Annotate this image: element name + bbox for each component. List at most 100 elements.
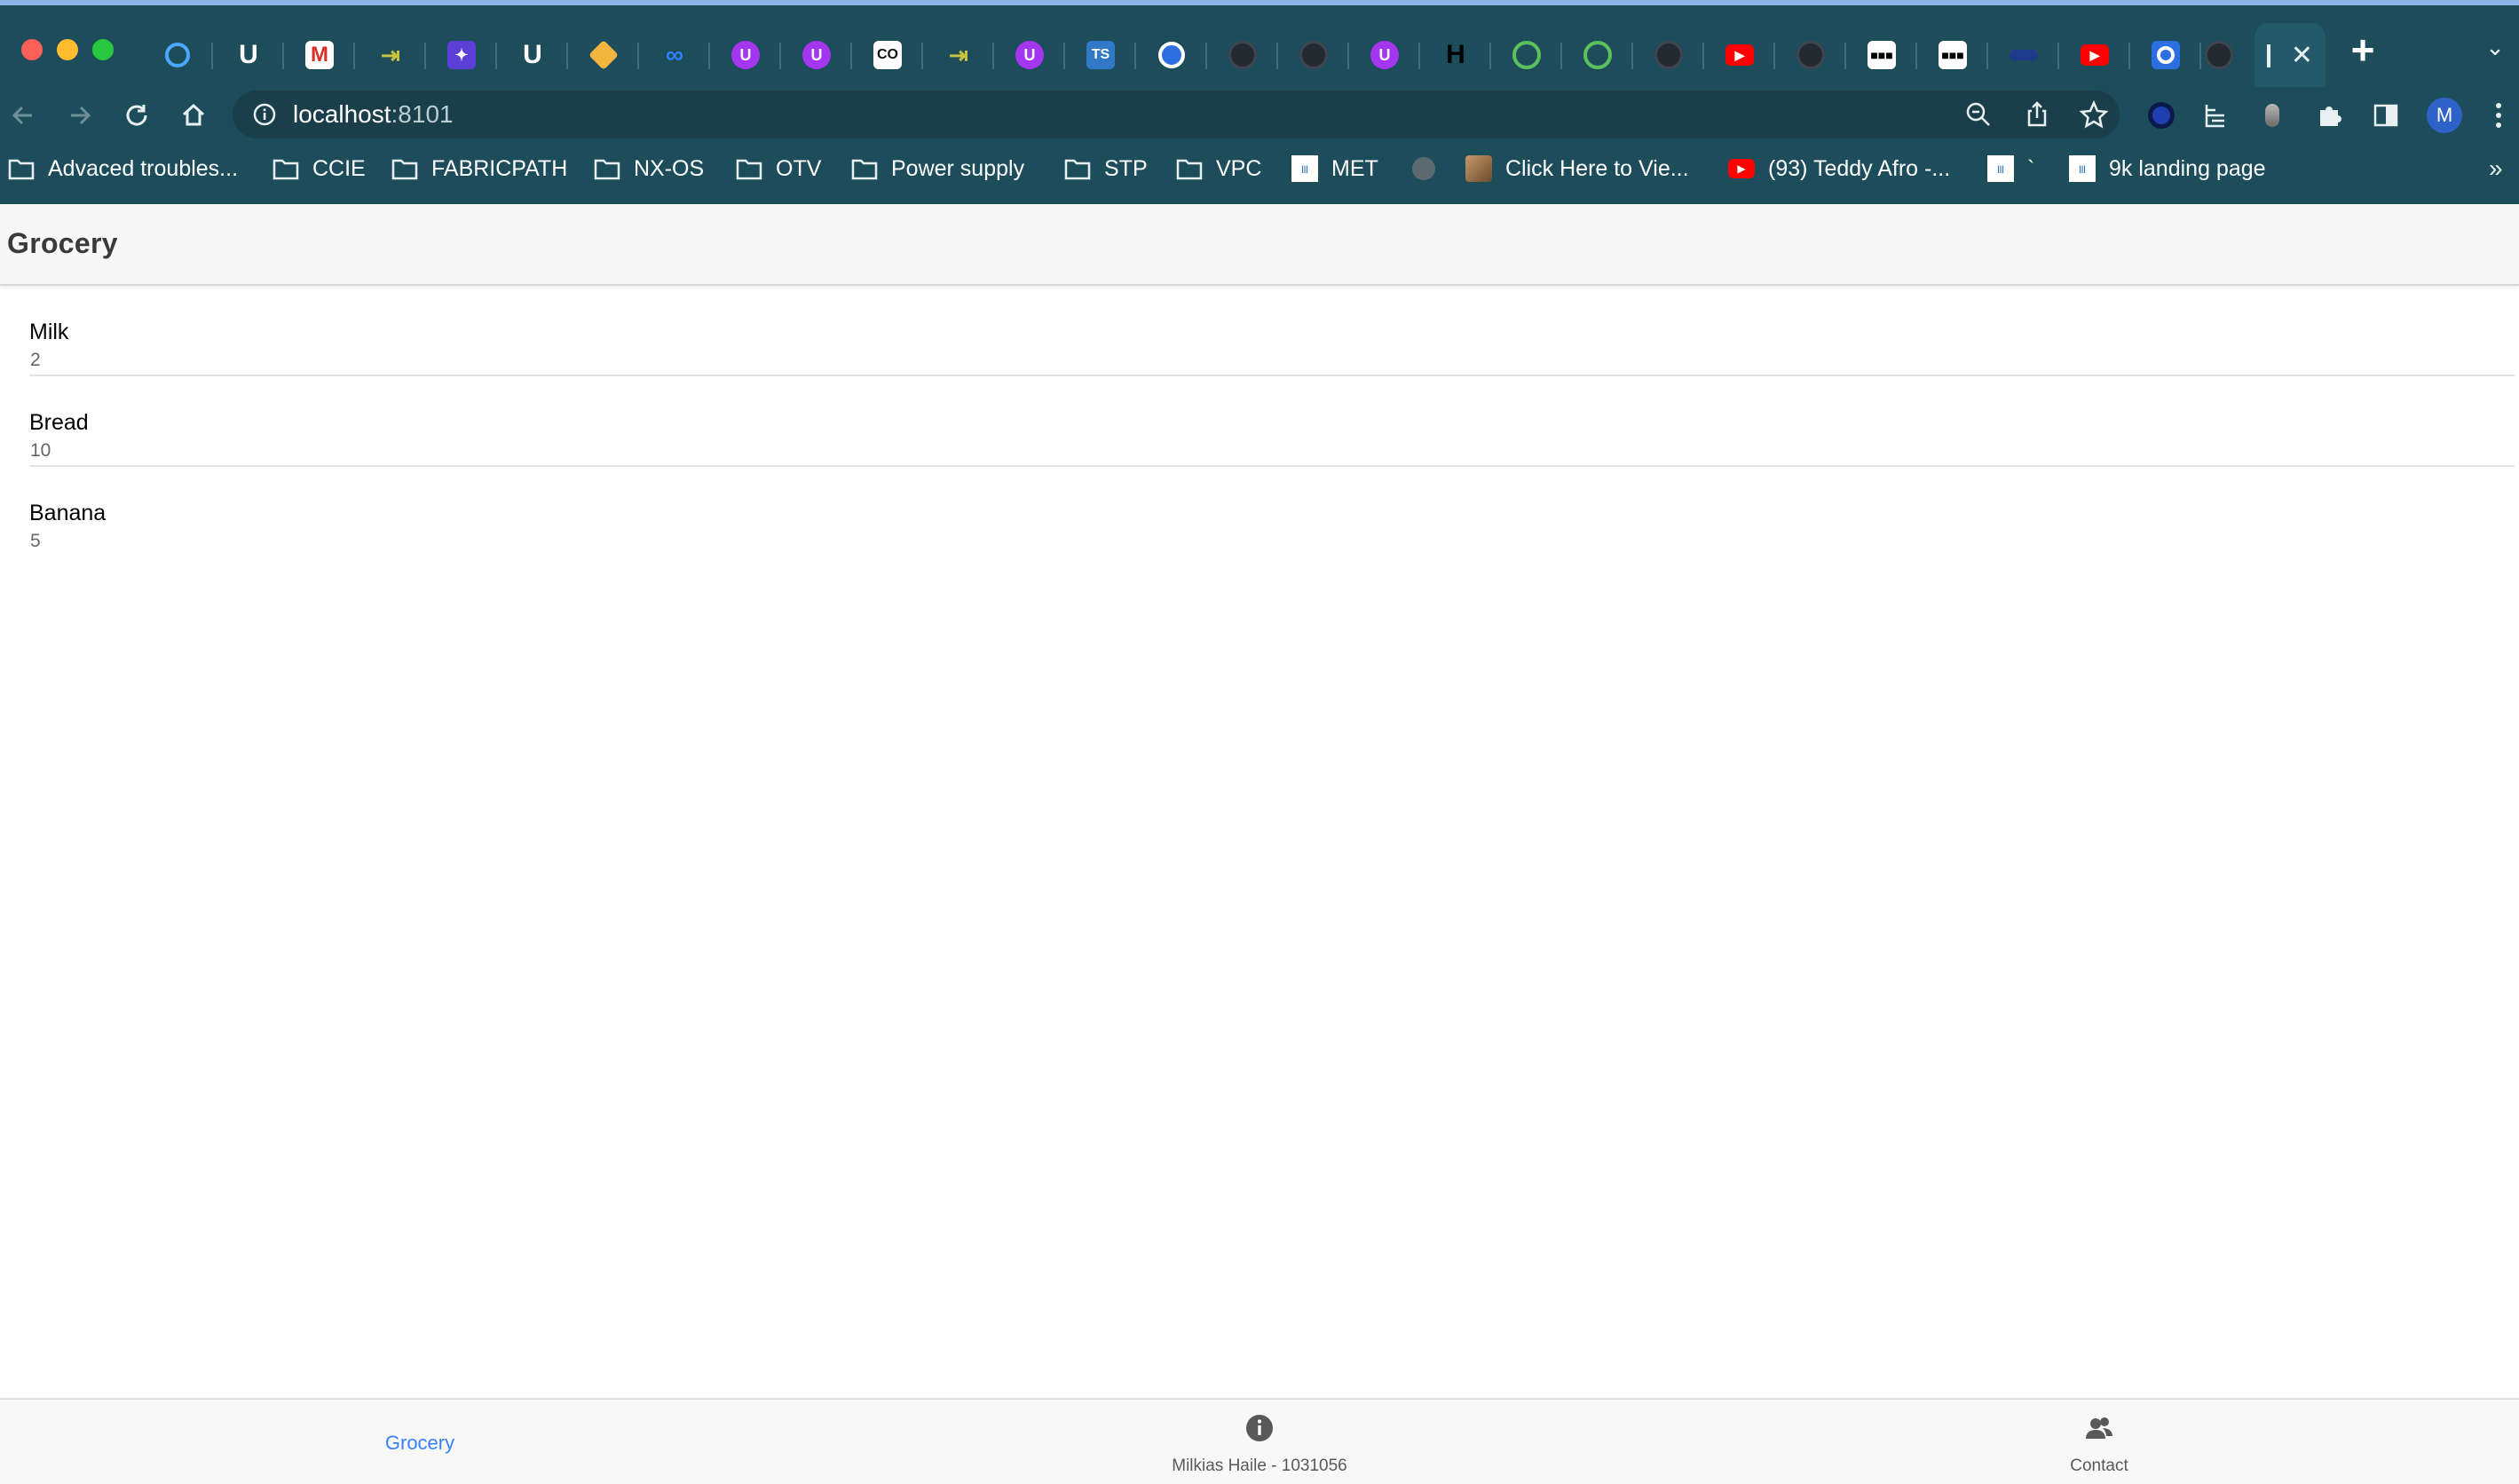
extensions-puzzle-icon[interactable]: [2311, 98, 2347, 133]
zoom-out-icon[interactable]: [1963, 99, 1994, 130]
udemy-icon: U: [1370, 41, 1399, 69]
browser-tab[interactable]: [2183, 23, 2254, 87]
list-item[interactable]: Milk 2: [29, 286, 2515, 376]
side-panel-glyph: [2373, 104, 2398, 127]
browser-tab[interactable]: [1136, 23, 1207, 87]
page-title: Grocery: [7, 227, 118, 259]
browser-tab[interactable]: [1775, 23, 1846, 87]
browser-tab[interactable]: ▶: [2059, 23, 2130, 87]
active-browser-tab[interactable]: ✕: [2254, 23, 2326, 87]
browser-tab[interactable]: U: [710, 23, 781, 87]
tab-info-label: Milkias Haile - 1031056: [1172, 1456, 1347, 1475]
tab-grocery[interactable]: Grocery: [0, 1400, 840, 1484]
bookmark-item[interactable]: ||| MET: [1291, 149, 1378, 188]
list-item[interactable]: Banana 5: [29, 467, 2515, 557]
browser-tab[interactable]: U: [994, 23, 1065, 87]
info-icon[interactable]: [252, 102, 277, 127]
bookmark-item[interactable]: NX-OS: [593, 149, 704, 188]
browser-tab[interactable]: U: [781, 23, 852, 87]
browser-tab[interactable]: [1988, 23, 2059, 87]
browser-tab[interactable]: U: [1349, 23, 1420, 87]
browser-tab[interactable]: TS: [1065, 23, 1136, 87]
browser-tab[interactable]: U: [213, 23, 284, 87]
browser-tab[interactable]: [1562, 23, 1633, 87]
profile-avatar[interactable]: M: [2427, 98, 2462, 133]
bookmark-item[interactable]: VPC: [1175, 149, 1261, 188]
browser-tab[interactable]: [1278, 23, 1349, 87]
browser-tab[interactable]: [142, 23, 213, 87]
extension-mic-icon[interactable]: [2254, 98, 2290, 133]
bookmark-label: 9k landing page: [2109, 155, 2266, 181]
github-icon: [1583, 41, 1612, 69]
udemy-icon: U: [731, 41, 760, 69]
extension-tree-icon[interactable]: [2198, 98, 2233, 133]
tab-info[interactable]: Milkias Haile - 1031056: [840, 1400, 1679, 1484]
github-icon: [1796, 41, 1825, 69]
window-minimize-button[interactable]: [57, 39, 78, 60]
browser-tab[interactable]: ■■■: [1917, 23, 1988, 87]
folder-icon: [850, 154, 879, 183]
browser-tab[interactable]: ▶: [1704, 23, 1775, 87]
window-maximize-button[interactable]: [92, 39, 114, 60]
meta-icon: ∞: [666, 41, 683, 68]
bookmarks-overflow-icon[interactable]: »: [2489, 149, 2503, 188]
youtube-icon: ▶: [1727, 154, 1756, 183]
youtube-icon: ▶: [2081, 44, 2109, 66]
browser-tab[interactable]: [1633, 23, 1704, 87]
kebab-menu-icon[interactable]: [2485, 98, 2512, 133]
browser-tab[interactable]: ✦: [426, 23, 497, 87]
bookmark-item[interactable]: Advaced troubles...: [7, 149, 238, 188]
bookmark-item[interactable]: [1410, 149, 1450, 188]
browser-tab[interactable]: H: [1420, 23, 1491, 87]
reload-button[interactable]: [117, 96, 156, 135]
people-icon: [2086, 1417, 2112, 1439]
bookmark-item[interactable]: ||| `: [1986, 149, 2034, 188]
bookmark-item[interactable]: STP: [1063, 149, 1148, 188]
bookmark-item[interactable]: FABRICPATH: [391, 149, 567, 188]
cisco-icon: |||: [1291, 154, 1319, 183]
url-text[interactable]: localhost:8101: [293, 99, 454, 130]
magnet-icon: U: [239, 40, 258, 69]
back-button[interactable]: [4, 96, 43, 135]
list-item[interactable]: Bread 10: [29, 376, 2515, 467]
star-icon[interactable]: [2079, 99, 2109, 130]
tab-contact[interactable]: Contact: [1679, 1400, 2519, 1484]
bookmark-item[interactable]: Click Here to Vie...: [1465, 149, 1689, 188]
bookmark-item[interactable]: OTV: [735, 149, 821, 188]
bookmark-item[interactable]: CCIE: [272, 149, 366, 188]
extension-circle-icon[interactable]: [2144, 98, 2179, 133]
browser-tab[interactable]: ∞: [639, 23, 710, 87]
browser-tab[interactable]: ■■■: [1846, 23, 1917, 87]
forward-button[interactable]: [60, 96, 99, 135]
folder-icon: [391, 154, 419, 183]
bookmarks-bar: Advaced troubles... CCIE FABRICPATH NX-OS OT…: [0, 149, 2519, 188]
target-icon: [2152, 41, 2180, 69]
bookmark-item[interactable]: ||| 9k landing page: [2068, 149, 2266, 188]
folder-icon: [272, 154, 300, 183]
bookmark-item[interactable]: ▶ (93) Teddy Afro -...: [1727, 149, 1950, 188]
gmail-icon: M: [305, 41, 334, 69]
new-tab-button[interactable]: +: [2345, 29, 2381, 70]
window-close-button[interactable]: [21, 39, 43, 60]
share-icon[interactable]: [2022, 99, 2052, 130]
blackbox-icon: ■■■: [1939, 41, 1967, 69]
youtube-icon: ▶: [1725, 44, 1754, 66]
browser-tab[interactable]: ⇥: [355, 23, 426, 87]
browser-tab[interactable]: U: [497, 23, 568, 87]
bookmark-item[interactable]: Power supply: [850, 149, 1024, 188]
bookmark-label: NX-OS: [634, 155, 705, 181]
browser-tab[interactable]: [568, 23, 639, 87]
browser-tab[interactable]: M: [284, 23, 355, 87]
browser-tab[interactable]: CO: [852, 23, 923, 87]
grocery-list: Milk 2 Bread 10 Banana 5: [0, 286, 2519, 557]
chevron-down-icon[interactable]: ⌄: [2482, 34, 2508, 60]
close-icon[interactable]: ✕: [2291, 43, 2313, 69]
browser-tab[interactable]: [1491, 23, 1562, 87]
side-panel-icon[interactable]: [2368, 98, 2404, 133]
address-bar[interactable]: localhost:8101: [233, 91, 2120, 138]
browser-tab[interactable]: ⇥: [923, 23, 994, 87]
home-button[interactable]: [174, 96, 213, 135]
tab-strip: U M ⇥ ✦ U ∞ U U CO ⇥ U TS U H ▶ ■■■ ■■■ …: [0, 5, 2519, 98]
udemy-icon: U: [1015, 41, 1044, 69]
browser-tab[interactable]: [1207, 23, 1278, 87]
